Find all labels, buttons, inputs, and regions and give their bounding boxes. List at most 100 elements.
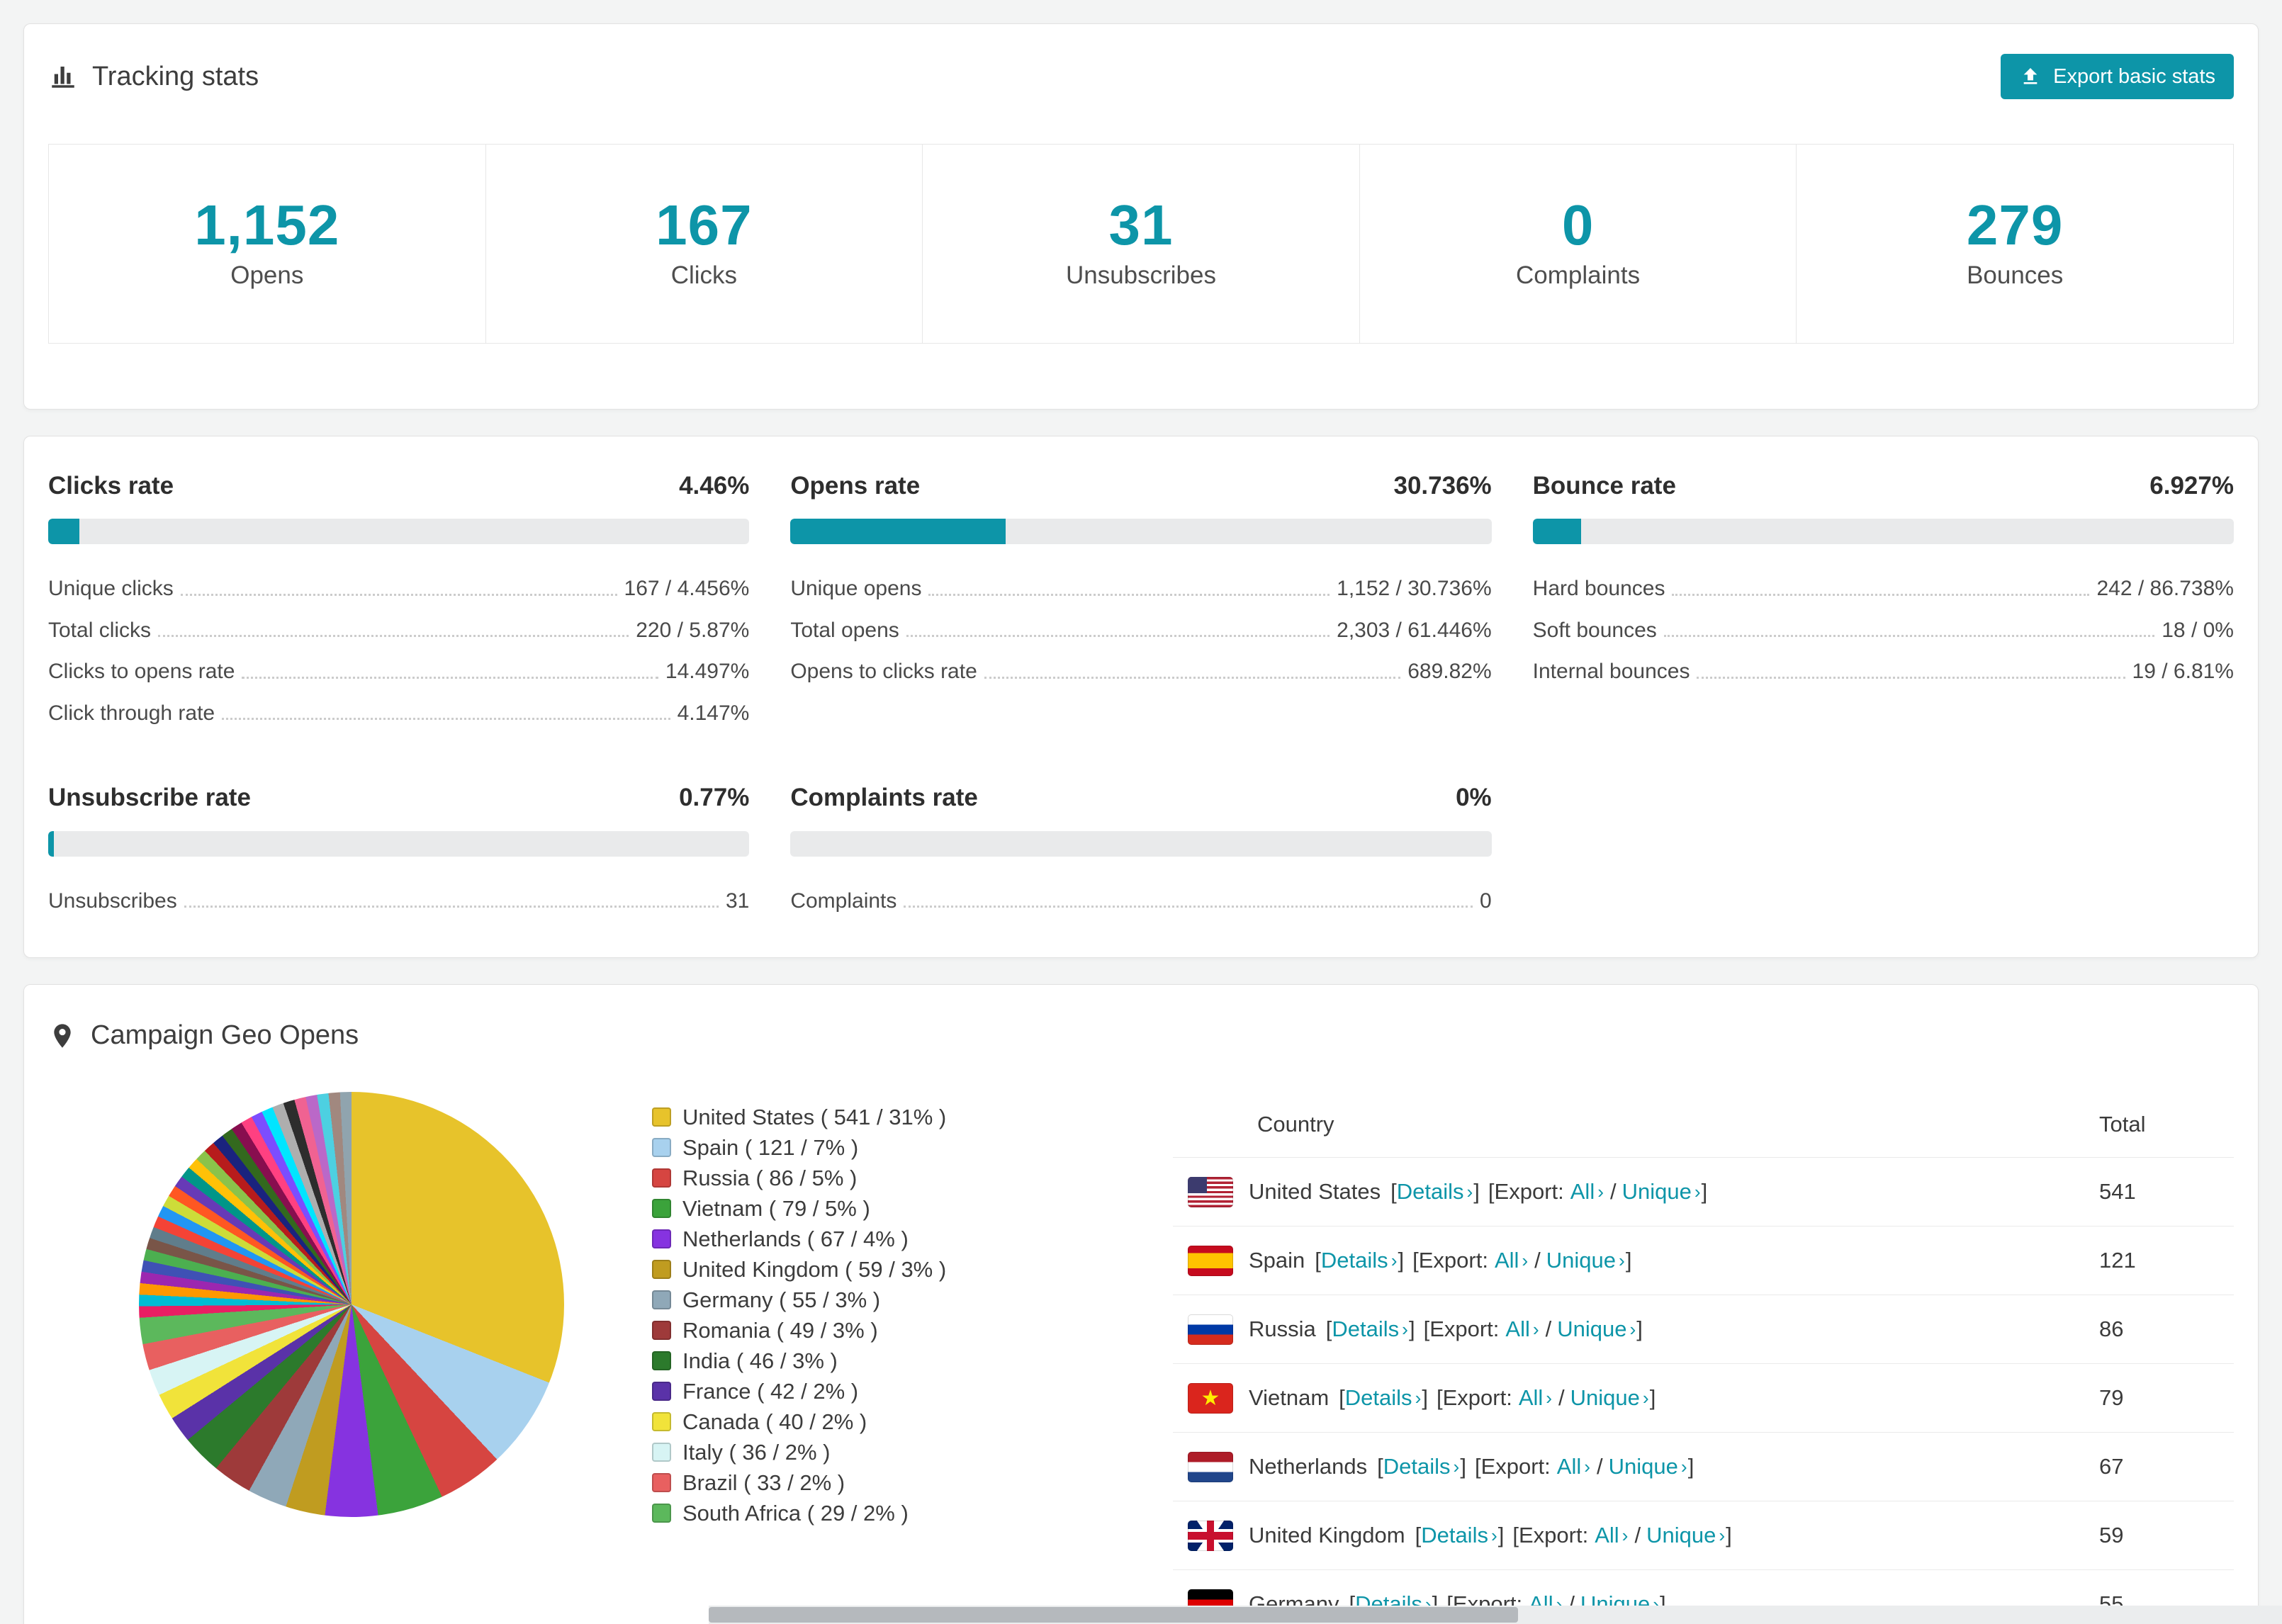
export-all-link[interactable]: All — [1505, 1316, 1529, 1342]
geo-pie-chart — [139, 1092, 564, 1517]
stat-box: 1,152 Opens — [48, 144, 486, 344]
dotted-leader — [1697, 676, 2125, 679]
details-link[interactable]: Details — [1421, 1523, 1488, 1548]
stat-value: 167 — [656, 193, 753, 256]
rate-detail-row: Soft bounces 18 / 0% — [1533, 610, 2234, 652]
slash-separator: / — [1558, 1385, 1565, 1410]
rate-progress-fill — [48, 830, 54, 857]
geo-opens-title: Campaign Geo Opens — [48, 1020, 2234, 1051]
rate-detail-rows: Complaints 0 — [790, 881, 1491, 923]
rate-detail-label: Soft bounces — [1532, 618, 1657, 642]
geo-table-header-row: Country Total — [1173, 1092, 2234, 1158]
export-label: Export: — [1442, 1385, 1512, 1410]
legend-label: Italy ( 36 / 2% ) — [682, 1439, 831, 1465]
rate-detail-rows: Unsubscribes 31 — [48, 881, 749, 923]
export-all-link[interactable]: All — [1519, 1385, 1543, 1411]
country-cell: United States [Details ›] [Export: All › / Un… — [1173, 1176, 2099, 1207]
rate-percent: 30.736% — [1393, 472, 1492, 500]
legend-color-swatch — [652, 1229, 671, 1248]
export-icon — [2023, 68, 2038, 84]
legend-item: France ( 42 / 2% ) — [652, 1376, 946, 1406]
export-all-link[interactable]: All — [1495, 1248, 1519, 1273]
horizontal-scrollbar[interactable] — [709, 1606, 2282, 1624]
export-unique-link[interactable]: Unique — [1557, 1316, 1626, 1342]
country-flag-icon — [1188, 1314, 1233, 1345]
details-link[interactable]: Details — [1397, 1179, 1464, 1205]
dotted-leader — [1672, 593, 2090, 596]
details-link[interactable]: Details — [1321, 1248, 1388, 1273]
export-unique-link[interactable]: Unique — [1609, 1454, 1678, 1479]
legend-label: United Kingdom ( 59 / 3% ) — [682, 1256, 947, 1282]
details-link[interactable]: Details — [1345, 1385, 1412, 1411]
export-unique-link[interactable]: Unique — [1646, 1523, 1716, 1548]
export-unique-link[interactable]: Unique — [1546, 1248, 1616, 1273]
country-flag-icon — [1188, 1245, 1233, 1276]
export-all-link[interactable]: All — [1570, 1179, 1595, 1205]
geo-table: Country Total United States [Details ›] [… — [1173, 1092, 2234, 1624]
rate-header: Bounce rate 6.927% — [1533, 472, 2234, 500]
rate-detail-value: 1,152 / 30.736% — [1337, 577, 1492, 601]
legend-color-swatch — [652, 1199, 671, 1218]
details-link[interactable]: Details — [1332, 1316, 1399, 1342]
country-column-header: Country — [1257, 1112, 1334, 1137]
chevron-right-icon: › — [1490, 1524, 1497, 1546]
rate-progress-bar — [48, 519, 750, 545]
country-cell: United Kingdom [Details ›] [Export: All › / U… — [1173, 1520, 2099, 1551]
chevron-right-icon: › — [1532, 1318, 1539, 1340]
bracket: [ — [1488, 1179, 1495, 1204]
dotted-leader — [984, 676, 1401, 679]
slash-separator: / — [1534, 1248, 1541, 1273]
rate-percent: 0.77% — [679, 784, 750, 812]
legend-color-swatch — [652, 1473, 671, 1492]
legend-label: Canada ( 40 / 2% ) — [682, 1409, 867, 1434]
stat-value: 31 — [1108, 193, 1174, 256]
geo-table-row: United Kingdom [Details ›] [Export: All › / U… — [1173, 1501, 2234, 1570]
export-all-link[interactable]: All — [1557, 1454, 1581, 1479]
rate-detail-value: 167 / 4.456% — [624, 577, 750, 601]
export-all-link[interactable]: All — [1595, 1523, 1619, 1548]
rate-percent: 6.927% — [2149, 472, 2234, 500]
legend-label: United States ( 541 / 31% ) — [682, 1104, 947, 1129]
geo-table-row: Russia [Details ›] [Export: All › / Unique ›] … — [1173, 1295, 2234, 1364]
details-link[interactable]: Details — [1383, 1454, 1451, 1479]
rate-title: Opens rate — [790, 472, 921, 500]
rate-detail-value: 31 — [725, 889, 750, 913]
legend-label: Brazil ( 33 / 2% ) — [682, 1470, 845, 1495]
chevron-right-icon: › — [1719, 1524, 1726, 1546]
slash-separator: / — [1634, 1523, 1641, 1547]
legend-label: France ( 42 / 2% ) — [682, 1378, 859, 1404]
dotted-leader — [904, 906, 1473, 908]
legend-color-swatch — [652, 1138, 671, 1157]
legend-item: Brazil ( 33 / 2% ) — [652, 1467, 946, 1498]
country-total: 59 — [2099, 1523, 2124, 1547]
legend-color-swatch — [652, 1351, 671, 1370]
country-name: Vietnam — [1249, 1385, 1330, 1410]
country-flag-icon — [1188, 1520, 1233, 1551]
export-basic-stats-button[interactable]: Export basic stats — [2001, 54, 2234, 99]
horizontal-scrollbar-thumb[interactable] — [709, 1607, 1518, 1623]
geo-content: United States ( 541 / 31% ) Spain ( 121 … — [48, 1092, 2234, 1624]
rate-header: Complaints rate 0% — [790, 784, 1491, 812]
bracket: ] — [1398, 1248, 1405, 1273]
bracket: [ — [1512, 1523, 1519, 1547]
chevron-right-icon: › — [1402, 1318, 1408, 1340]
rate-progress-bar — [790, 830, 1492, 857]
bracket: ] — [1625, 1248, 1632, 1273]
rate-title: Complaints rate — [790, 784, 978, 812]
rate-detail-row: Opens to clicks rate 689.82% — [790, 651, 1491, 693]
chevron-right-icon: › — [1597, 1180, 1604, 1202]
chevron-right-icon: › — [1466, 1180, 1473, 1202]
export-unique-link[interactable]: Unique — [1570, 1385, 1640, 1411]
chevron-right-icon: › — [1694, 1180, 1701, 1202]
export-button-label: Export basic stats — [2053, 64, 2215, 88]
legend-color-swatch — [652, 1382, 671, 1401]
legend-color-swatch — [652, 1443, 671, 1462]
country-flag-icon — [1188, 1451, 1233, 1482]
page: Tracking stats Export basic stats 1,152 … — [0, 0, 2282, 1624]
rate-block: Complaints rate 0% Complaints 0 — [790, 784, 1492, 923]
export-unique-link[interactable]: Unique — [1622, 1179, 1692, 1205]
bracket: [ — [1325, 1316, 1332, 1341]
country-name: Russia — [1249, 1316, 1316, 1341]
rate-detail-row: Click through rate 4.147% — [48, 693, 749, 735]
rate-title: Clicks rate — [48, 472, 174, 500]
